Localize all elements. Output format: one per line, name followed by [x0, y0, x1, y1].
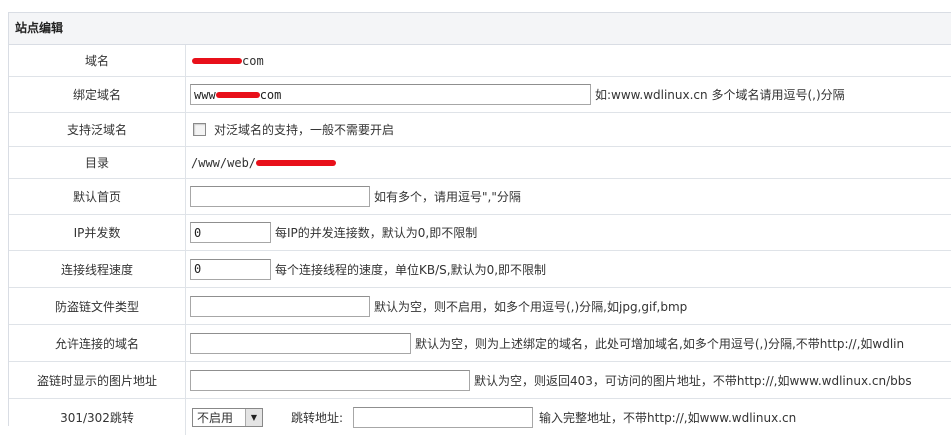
row-bind-domain: 绑定域名 www com 如:www.wdlinux.cn 多个域名请用逗号(,…: [9, 77, 951, 113]
bind-domain-input[interactable]: www com: [190, 84, 591, 105]
ip-conn-input[interactable]: [190, 222, 271, 243]
row-directory: 目录 /www/web/: [9, 147, 951, 179]
label-hotlink-types: 防盗链文件类型: [9, 288, 186, 324]
value-bind-domain: www com 如:www.wdlinux.cn 多个域名请用逗号(,)分隔: [186, 77, 951, 112]
thread-speed-hint: 每个连接线程的速度，单位KB/S,默认为0,即不限制: [275, 262, 547, 277]
hotlink-image-input[interactable]: [190, 369, 470, 391]
label-hotlink-image: 盗链时显示的图片地址: [9, 362, 186, 398]
hotlink-types-hint: 默认为空，则不启用，如多个用逗号(,)分隔,如jpg,gif,bmp: [374, 299, 688, 314]
label-domain: 域名: [9, 45, 186, 76]
wildcard-checkbox-label: 对泛域名的支持，一般不需要开启: [214, 123, 395, 137]
redirect-select[interactable]: 不启用 ▼: [192, 407, 263, 427]
bind-domain-hint: 如:www.wdlinux.cn 多个域名请用逗号(,)分隔: [595, 88, 845, 102]
value-default-index: 如有多个，请用逗号","分隔: [186, 179, 951, 214]
value-hotlink-image: 默认为空，则返回403，可访问的图片地址，不带http://,如www.wdli…: [186, 362, 951, 398]
label-wildcard: 支持泛域名: [9, 113, 186, 146]
default-index-hint: 如有多个，请用逗号","分隔: [374, 190, 521, 204]
value-allowed-domains: 默认为空，则为上述绑定的域名，此处可增加域名,如多个用逗号(,)分隔,不带htt…: [186, 325, 951, 361]
row-default-index: 默认首页 如有多个，请用逗号","分隔: [9, 179, 951, 215]
label-allowed-domains: 允许连接的域名: [9, 325, 186, 361]
bind-domain-prefix: www: [194, 87, 216, 102]
redirect-url-input[interactable]: [353, 406, 534, 428]
value-domain: com: [186, 45, 951, 76]
redacted-mark: [256, 159, 337, 166]
panel-title: 站点编辑: [9, 13, 951, 45]
chevron-down-icon: ▼: [245, 408, 262, 426]
site-edit-panel: 站点编辑 域名 com 绑定域名 www com 如:www.wdlinux.c…: [8, 12, 951, 435]
label-bind-domain: 绑定域名: [9, 77, 186, 112]
row-wildcard: 支持泛域名 对泛域名的支持，一般不需要开启: [9, 113, 951, 147]
domain-suffix: com: [242, 53, 264, 68]
value-redirect: 不启用 ▼ 跳转地址: 输入完整地址，不带http://,如www.wdlinu…: [186, 399, 951, 435]
row-hotlink-types: 防盗链文件类型 默认为空，则不启用，如多个用逗号(,)分隔,如jpg,gif,b…: [9, 288, 951, 325]
label-default-index: 默认首页: [9, 179, 186, 214]
value-directory: /www/web/: [186, 147, 951, 178]
label-thread-speed: 连接线程速度: [9, 251, 186, 287]
value-wildcard: 对泛域名的支持，一般不需要开启: [186, 113, 951, 146]
row-ip-conn: IP并发数 每IP的并发连接数，默认为0,即不限制: [9, 215, 951, 251]
redirect-hint: 输入完整地址，不带http://,如www.wdlinux.cn: [539, 410, 797, 425]
label-ip-conn: IP并发数: [9, 215, 186, 250]
redirect-url-label: 跳转地址:: [291, 410, 344, 425]
allowed-domains-hint: 默认为空，则为上述绑定的域名，此处可增加域名,如多个用逗号(,)分隔,不带htt…: [415, 336, 905, 351]
default-index-input[interactable]: [190, 186, 370, 207]
bind-domain-suffix: com: [259, 87, 282, 102]
row-thread-speed: 连接线程速度 每个连接线程的速度，单位KB/S,默认为0,即不限制: [9, 251, 951, 288]
wildcard-checkbox[interactable]: [193, 123, 206, 136]
directory-prefix: /www/web/: [191, 155, 257, 170]
row-domain: 域名 com: [9, 45, 951, 77]
row-hotlink-image: 盗链时显示的图片地址 默认为空，则返回403，可访问的图片地址，不带http:/…: [9, 362, 951, 399]
label-redirect: 301/302跳转: [9, 399, 186, 435]
row-allowed-domains: 允许连接的域名 默认为空，则为上述绑定的域名，此处可增加域名,如多个用逗号(,)…: [9, 325, 951, 362]
redacted-mark: [215, 91, 260, 98]
value-ip-conn: 每IP的并发连接数，默认为0,即不限制: [186, 215, 951, 250]
redacted-mark: [192, 57, 242, 64]
redirect-select-value: 不启用: [197, 410, 234, 425]
ip-conn-hint: 每IP的并发连接数，默认为0,即不限制: [275, 226, 478, 240]
row-redirect: 301/302跳转 不启用 ▼ 跳转地址: 输入完整地址，不带http://,如…: [9, 399, 951, 435]
value-thread-speed: 每个连接线程的速度，单位KB/S,默认为0,即不限制: [186, 251, 951, 287]
thread-speed-input[interactable]: [190, 258, 271, 280]
allowed-domains-input[interactable]: [190, 332, 411, 354]
hotlink-image-hint: 默认为空，则返回403，可访问的图片地址，不带http://,如www.wdli…: [474, 373, 912, 388]
value-hotlink-types: 默认为空，则不启用，如多个用逗号(,)分隔,如jpg,gif,bmp: [186, 288, 951, 324]
hotlink-types-input[interactable]: [190, 295, 370, 317]
label-directory: 目录: [9, 147, 186, 178]
